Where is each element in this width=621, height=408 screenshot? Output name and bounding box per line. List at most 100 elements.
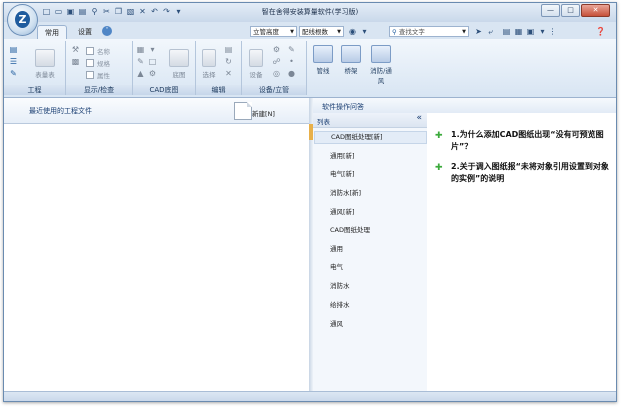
vertical-pipe-icon[interactable]: ●: [286, 69, 297, 79]
tile-icon[interactable]: ▦: [513, 26, 524, 37]
logo-letter: Z: [15, 11, 30, 28]
title-bar: □ ▭ ▣ ▤ ⚲ ✂ ❐ ▧ ✕ ↶ ↷ ▾ 智在舍得安装算量软件(学习版) …: [4, 3, 616, 22]
list-item[interactable]: 电气: [330, 261, 343, 271]
help-icon[interactable]: ❓: [595, 26, 606, 37]
layer-icon[interactable]: ▩: [70, 57, 81, 67]
list-item[interactable]: CAD图纸处理[新]: [314, 131, 427, 144]
list-item[interactable]: 电气[新]: [330, 168, 355, 178]
rotate-icon[interactable]: ↻: [223, 57, 234, 67]
connect-icon[interactable]: ◎: [271, 69, 282, 79]
wire-count-value: 配线根数: [302, 28, 328, 36]
cad-comment-icon[interactable]: □: [147, 57, 158, 67]
question-link[interactable]: 2.关于调入图纸报“未将对象引用设置到对象的实例”的说明: [451, 161, 611, 185]
list-header: 列表 «: [313, 113, 427, 128]
collapse-panel-icon[interactable]: «: [416, 113, 422, 123]
underlay-button[interactable]: 底图: [165, 49, 193, 79]
cad-settings-icon[interactable]: ⚙: [147, 69, 158, 79]
question-link[interactable]: 1.为什么添加CAD图纸出现“没有可预览图片”？: [451, 129, 611, 153]
new-document-icon[interactable]: [234, 102, 252, 120]
group-label-project: 工程: [4, 85, 65, 95]
plus-icon: ✚: [435, 131, 443, 141]
list-item[interactable]: CAD图纸处理: [330, 224, 370, 234]
bridge-button-label: 桥架: [344, 67, 358, 75]
group-display: ⚒ ▩ 名称 规格 属性 显示/检查: [66, 41, 133, 95]
trim-icon[interactable]: ✕: [223, 69, 234, 79]
device-button-label: 设备: [249, 71, 263, 79]
table-button[interactable]: 表量表: [29, 49, 61, 79]
underlay-icon: [169, 49, 189, 67]
move-icon[interactable]: ▤: [223, 45, 234, 55]
window-layout-icon[interactable]: ▤: [501, 26, 512, 37]
close-button[interactable]: ✕: [581, 4, 610, 17]
minimize-button[interactable]: —: [541, 4, 560, 17]
list-item[interactable]: 通风[新]: [330, 206, 355, 216]
list-item[interactable]: 消防水: [330, 280, 350, 290]
riser-height-value: 立管高度: [253, 28, 279, 36]
project-tree-icon[interactable]: ☰: [8, 57, 19, 67]
help-header: 软件操作问答: [313, 98, 616, 114]
point-icon[interactable]: •: [286, 57, 297, 67]
group-systems: 管线 桥架 消防/通风: [307, 41, 397, 95]
group-edit: 选择 ▤ ↻ ✕ 编辑: [196, 41, 242, 95]
window-controls: — □ ✕: [541, 4, 610, 17]
group-cad: ▦ ▾ ✎ □ ▲ ⚙ 底图 CAD底图: [133, 41, 196, 95]
project-edit-icon[interactable]: ✎: [8, 69, 19, 79]
list-item[interactable]: 通用: [330, 243, 343, 253]
group-label-cad: CAD底图: [133, 85, 195, 95]
palette-icon[interactable]: ◉: [347, 26, 358, 37]
pipe-tool-icon[interactable]: ✎: [286, 45, 297, 55]
pipeline-button-label: 管线: [316, 67, 330, 75]
list-title: 列表: [317, 118, 330, 126]
cad-measure-icon[interactable]: ▲: [135, 69, 146, 79]
plus-icon: ✚: [435, 163, 443, 173]
pipeline-button[interactable]: 管线: [312, 45, 334, 75]
bridge-icon: [341, 45, 361, 63]
find-prev-icon[interactable]: ⤶: [485, 26, 496, 37]
link-icon[interactable]: ☍: [271, 57, 282, 67]
group-label-display: 显示/检查: [66, 85, 132, 95]
find-next-icon[interactable]: ➤: [473, 26, 484, 37]
more-icon[interactable]: ⋮: [547, 26, 558, 37]
attr-checkbox[interactable]: 属性: [86, 70, 110, 80]
tab-common[interactable]: 常用: [37, 25, 67, 40]
wire-count-combo[interactable]: 配线根数 ▼: [299, 26, 344, 37]
spec-checkbox[interactable]: 规格: [86, 58, 110, 68]
tab-settings[interactable]: 设置: [72, 25, 98, 39]
table-icon: [35, 49, 55, 67]
pipeline-icon: [313, 45, 333, 63]
monitor-icon[interactable]: ▣: [525, 26, 536, 37]
project-list-icon[interactable]: ▤: [8, 45, 19, 55]
ribbon-tab-row: 常用 设置 ˄ 立管高度 ▼ 配线根数 ▼ ◉ ▾ ⚲ 查找文字 ▼ ➤ ⤶ ▤ ▦ …: [4, 22, 616, 40]
select-button[interactable]: 选择: [198, 49, 220, 79]
recent-projects-title: 最近使用的工程文件: [29, 107, 92, 115]
list-item[interactable]: 给排水: [330, 299, 350, 309]
device-button[interactable]: 设备: [245, 49, 267, 79]
maximize-button[interactable]: □: [561, 4, 580, 17]
search-icon: ⚲: [392, 28, 399, 36]
dropdown-arrow-icon[interactable]: ▾: [147, 45, 158, 55]
group-project: ▤ ☰ ✎ 表量表 工程: [4, 41, 66, 95]
riser-icon[interactable]: ⚙: [271, 45, 282, 55]
search-text-combo[interactable]: ⚲ 查找文字 ▼: [389, 26, 469, 37]
chevron-down-icon: ▼: [462, 29, 466, 35]
dropdown-arrow-icon[interactable]: ▾: [359, 26, 370, 37]
list-item[interactable]: 消防水[新]: [330, 187, 361, 197]
wrench-icon[interactable]: ⚒: [70, 45, 81, 55]
chevron-down-icon: ▼: [290, 29, 294, 35]
new-project-link[interactable]: 新建[N]: [252, 108, 275, 118]
list-item[interactable]: 通风: [330, 318, 343, 328]
app-logo[interactable]: Z: [7, 4, 38, 36]
list-item[interactable]: 通用[新]: [330, 150, 355, 160]
collapse-ribbon-icon[interactable]: ˄: [102, 26, 112, 36]
cad-layers-icon[interactable]: ▦: [135, 45, 146, 55]
app-window: □ ▭ ▣ ▤ ⚲ ✂ ❐ ▧ ✕ ↶ ↷ ▾ 智在舍得安装算量软件(学习版) …: [3, 2, 617, 402]
cad-pick-icon[interactable]: ✎: [135, 57, 146, 67]
bridge-button[interactable]: 桥架: [340, 45, 362, 75]
riser-height-combo[interactable]: 立管高度 ▼: [250, 26, 297, 37]
ribbon-panel: ▤ ☰ ✎ 表量表 工程 ⚒ ▩ 名称 规格 属性 显示/检查 ▦ ▾ ✎ □ …: [4, 39, 616, 98]
fire-ventilation-button-label: 消防/通风: [370, 67, 392, 85]
search-placeholder: 查找文字: [398, 28, 425, 36]
fire-ventilation-button[interactable]: 消防/通风: [367, 45, 395, 85]
question-panel: ✚ 1.为什么添加CAD图纸出现“没有可预览图片”？ ✚ 2.关于调入图纸报“未…: [427, 113, 616, 391]
name-checkbox[interactable]: 名称: [86, 46, 110, 56]
